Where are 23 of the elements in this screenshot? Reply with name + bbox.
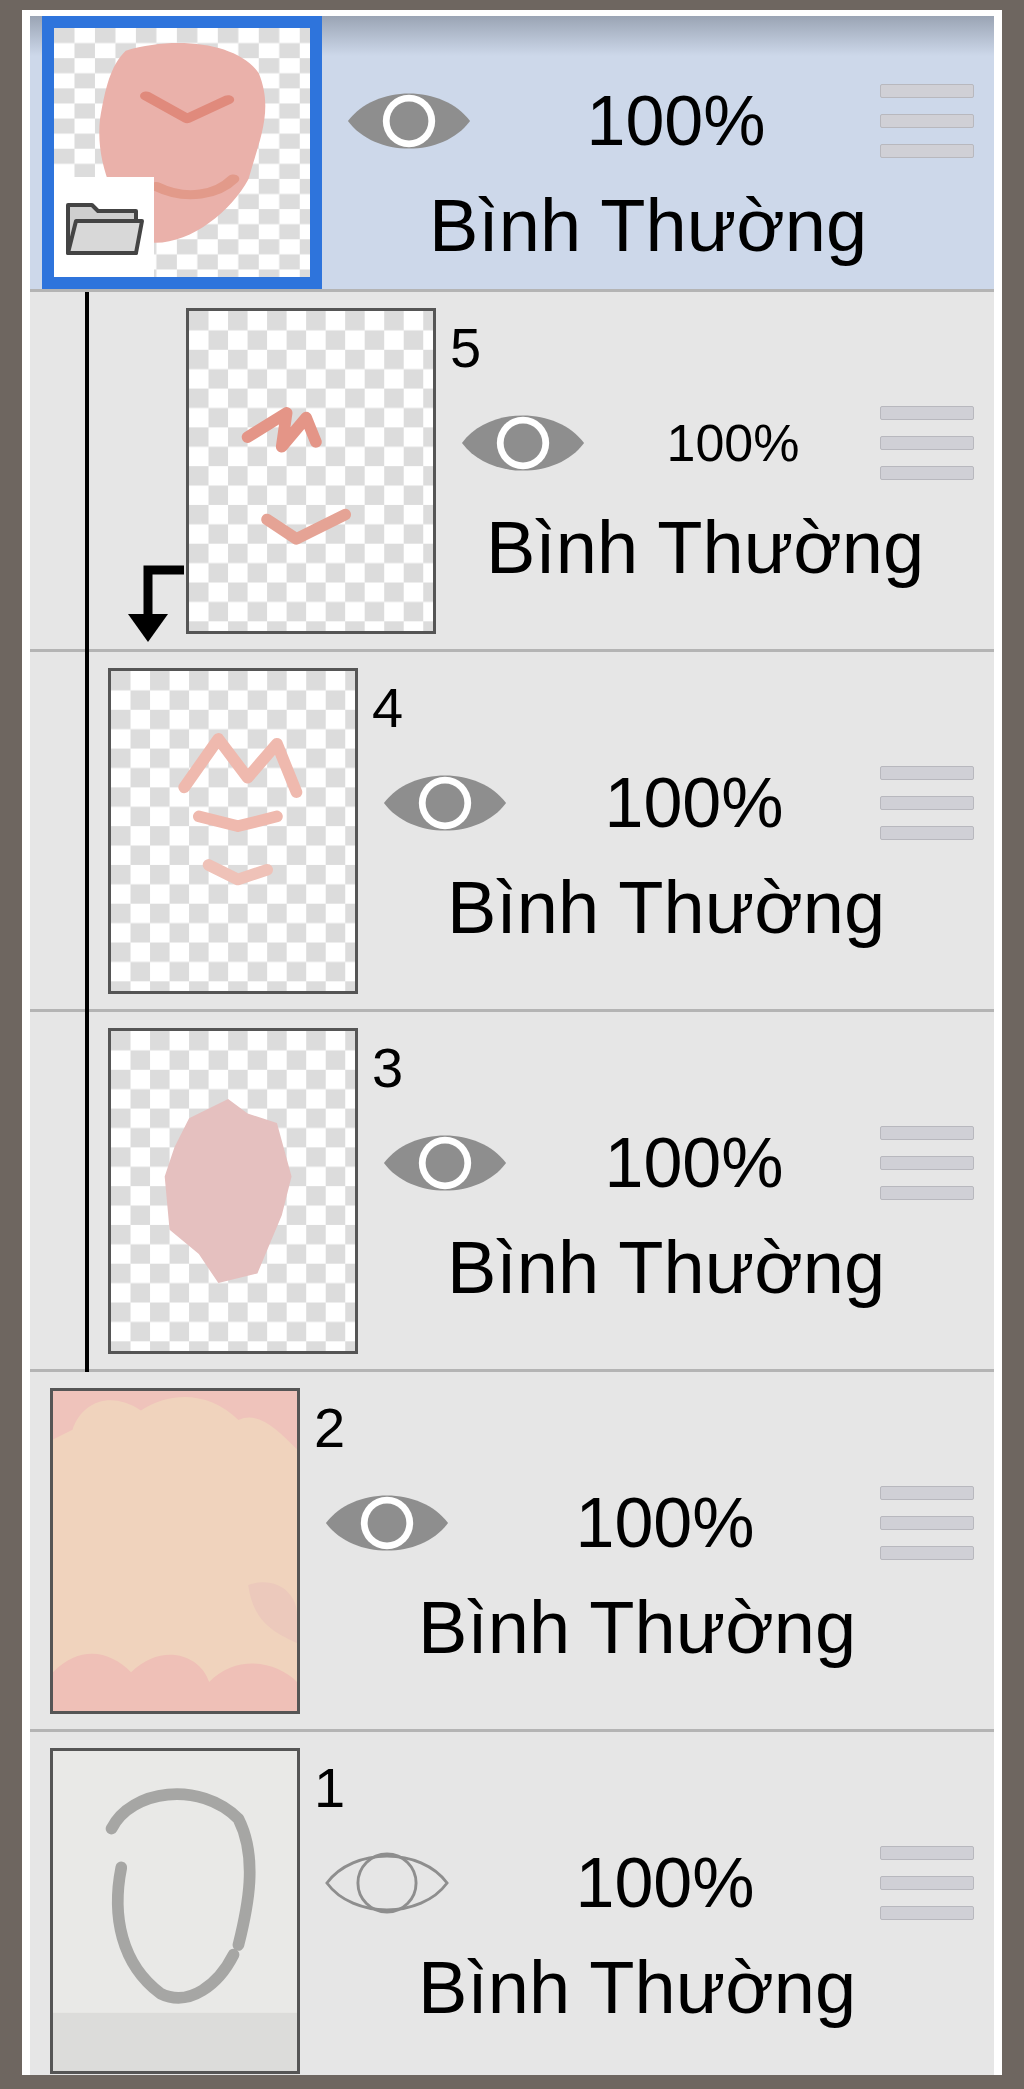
opacity-value[interactable]: 100% [606,413,860,473]
layer-row[interactable]: 3 100% Bình Thường [30,1012,994,1372]
blend-mode[interactable]: Bình Thường [485,498,925,598]
opacity-value[interactable]: 100% [492,81,860,161]
blend-mode[interactable]: Bình Thường [446,858,886,958]
layer-row[interactable]: 4 100% Bình Thường [30,652,994,1012]
layer-row[interactable]: 100% Bình Thường [30,16,994,292]
opacity-value[interactable]: 100% [528,763,860,843]
layer-number: 4 [372,676,404,739]
opacity-value[interactable]: 100% [528,1123,860,1203]
layer-row[interactable]: 2 100% Bình Thường [30,1372,994,1732]
layer-number: 3 [372,1036,404,1099]
blend-mode[interactable]: Bình Thường [417,1938,857,2038]
layer-number: 1 [314,1756,346,1819]
blend-mode[interactable]: Bình Thường [417,1578,857,1678]
opacity-value[interactable]: 100% [470,1843,860,1923]
blend-mode[interactable]: Bình Thường [428,176,868,276]
layer-number: 2 [314,1396,346,1459]
layer-number: 5 [450,316,482,379]
blend-mode[interactable]: Bình Thường [446,1218,886,1318]
opacity-value[interactable]: 100% [470,1483,860,1563]
layer-row[interactable]: 1 100% Bình Thường [30,1732,994,2075]
layer-row[interactable]: 5 100% Bình Thường [30,292,994,652]
